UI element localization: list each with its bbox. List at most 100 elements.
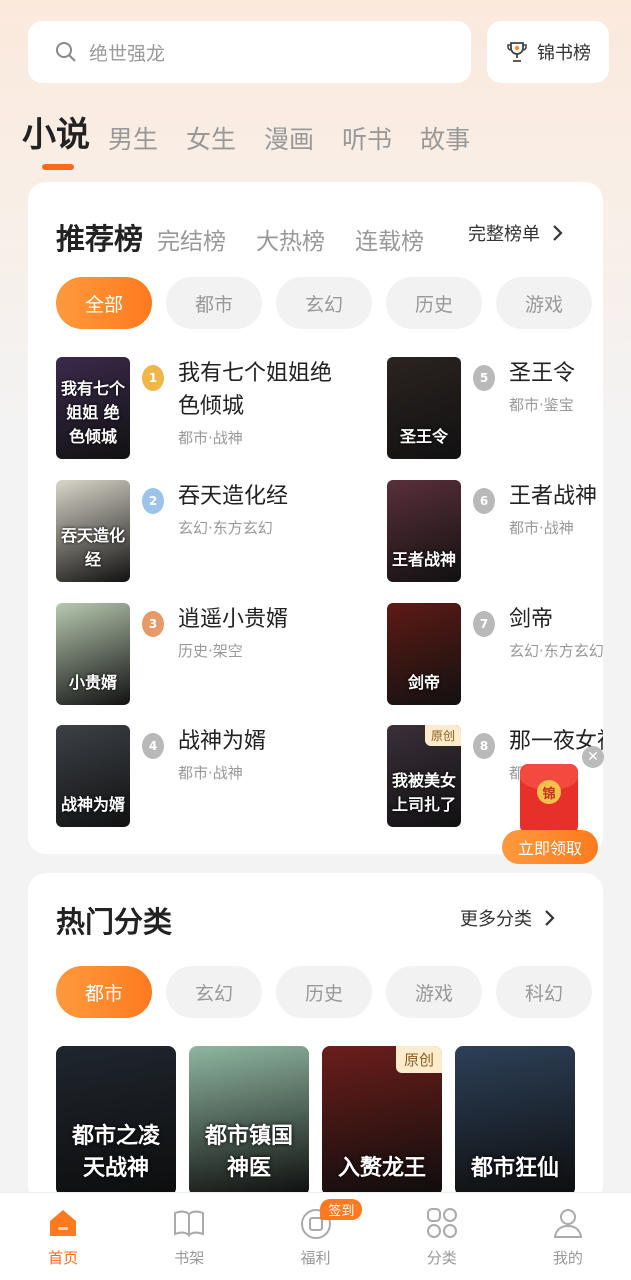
nav-welfare[interactable]: 福利 签到 bbox=[252, 1193, 378, 1280]
search-placeholder: 绝世强龙 bbox=[89, 42, 166, 65]
nav-profile[interactable]: 我的 bbox=[505, 1193, 631, 1280]
nav-welfare-label: 福利 bbox=[300, 1249, 331, 1267]
book-cover-title: 战神为婿 bbox=[60, 795, 125, 814]
chip-game[interactable]: 游戏 bbox=[386, 966, 482, 1018]
rank-book-item[interactable]: 我有七个姐姐 绝色倾城 1 我有七个姐姐绝色倾城 都市·战神 bbox=[56, 357, 350, 459]
book-cover: 吞天造化经 bbox=[56, 480, 130, 582]
chip-fantasy[interactable]: 玄幻 bbox=[166, 966, 262, 1018]
original-badge: 原创 bbox=[395, 1046, 442, 1073]
chevron-right-icon bbox=[545, 910, 555, 926]
book-cover: 我被美女上司扎了 原创 bbox=[387, 725, 461, 827]
tab-story[interactable]: 故事 bbox=[420, 120, 470, 156]
rank-medal-icon: 8 bbox=[473, 733, 495, 759]
rank-medal-icon: 2 bbox=[142, 488, 164, 514]
tab-audio[interactable]: 听书 bbox=[342, 120, 392, 156]
book-cover: 小贵婿 bbox=[56, 603, 130, 705]
book-tag: 都市·战神 bbox=[178, 764, 243, 782]
top-tabs: 小说 男生 女生 漫画 听书 故事 bbox=[22, 106, 498, 170]
book-title: 逍遥小贵婿 bbox=[178, 607, 289, 632]
cover-title: 入赘龙王 bbox=[337, 1156, 426, 1181]
rank-number: 2 bbox=[148, 494, 158, 508]
cover-title: 都市之凌天战神 bbox=[71, 1124, 160, 1181]
rank-card: 推荐榜 完结榜 大热榜 连载榜 完整榜单 全部 都市 玄幻 历史 游戏 我有七个… bbox=[28, 182, 603, 854]
rank-book-item[interactable]: 战神为婿 4 战神为婿 都市·战神 bbox=[56, 725, 350, 827]
checkin-badge: 签到 bbox=[320, 1199, 363, 1220]
nav-category[interactable]: 分类 bbox=[379, 1193, 505, 1280]
search-icon bbox=[56, 42, 76, 62]
rank-book-item[interactable]: 吞天造化经 2 吞天造化经 玄幻·东方玄幻 bbox=[56, 480, 350, 582]
nav-category-label: 分类 bbox=[426, 1249, 457, 1267]
category-book-cover[interactable]: 入赘龙王 原创 bbox=[322, 1046, 442, 1196]
rank-book-item[interactable]: 王者战神 6 王者战神 都市·战神 bbox=[387, 480, 603, 582]
rank-medal-icon: 5 bbox=[473, 365, 495, 391]
book-cover: 我有七个姐姐 绝色倾城 bbox=[56, 357, 130, 459]
book-cover: 战神为婿 bbox=[56, 725, 130, 827]
rank-medal-icon: 3 bbox=[142, 611, 164, 637]
category-book-cover[interactable]: 都市之凌天战神 bbox=[56, 1046, 176, 1196]
hot-category-title: 热门分类 bbox=[56, 905, 173, 939]
claim-button[interactable]: 立即领取 bbox=[502, 830, 598, 864]
rank-list-label: 锦书榜 bbox=[537, 43, 591, 64]
nav-home-label: 首页 bbox=[48, 1249, 79, 1267]
search-input[interactable]: 绝世强龙 bbox=[28, 21, 471, 83]
chip-scifi[interactable]: 科幻 bbox=[496, 966, 592, 1018]
book-info: 逍遥小贵婿 历史·架空 bbox=[178, 603, 350, 705]
rank-number: 3 bbox=[148, 617, 158, 631]
rank-number: 1 bbox=[148, 371, 158, 385]
rank-book-item[interactable]: 圣王令 5 圣王令 都市·鉴宝 bbox=[387, 357, 603, 459]
red-packet[interactable]: 锦 bbox=[520, 764, 578, 834]
category-book-cover[interactable]: 都市镇国神医 bbox=[189, 1046, 309, 1196]
book-tag: 都市·战神 bbox=[509, 519, 574, 537]
book-title: 战神为婿 bbox=[178, 729, 267, 754]
tab-female[interactable]: 女生 bbox=[186, 120, 236, 156]
rank-number: 7 bbox=[479, 617, 489, 631]
book-cover: 圣王令 bbox=[387, 357, 461, 459]
nav-bookshelf[interactable]: 书架 bbox=[126, 1193, 252, 1280]
chip-history[interactable]: 历史 bbox=[276, 966, 372, 1018]
book-info: 战神为婿都市·战神 bbox=[178, 725, 350, 827]
book-tag: 都市·鉴宝 bbox=[509, 396, 574, 414]
book-title: 我有七个姐姐绝色倾城 bbox=[178, 361, 333, 419]
rank-number: 4 bbox=[148, 739, 158, 753]
nav-home[interactable]: 首页 bbox=[0, 1193, 126, 1280]
trophy-icon bbox=[507, 42, 527, 62]
bookshelf-icon bbox=[174, 1210, 205, 1237]
chip-urban[interactable]: 都市 bbox=[56, 966, 152, 1018]
more-category-label: 更多分类 bbox=[460, 909, 532, 930]
home-icon bbox=[50, 1210, 77, 1236]
tab-male[interactable]: 男生 bbox=[108, 120, 158, 156]
book-info: 剑帝 玄幻·东方玄幻 bbox=[509, 603, 603, 705]
cover-title: 都市镇国神医 bbox=[204, 1124, 293, 1181]
book-info: 王者战神 都市·战神 bbox=[509, 480, 603, 582]
book-tag: 玄幻·东方玄幻 bbox=[178, 519, 273, 537]
book-title: 圣王令 bbox=[509, 361, 576, 386]
book-cover-title: 我被美女上司扎了 bbox=[391, 771, 456, 814]
book-info: 圣王令都市·鉴宝 bbox=[509, 357, 603, 459]
rank-medal-icon: 6 bbox=[473, 488, 495, 514]
rank-medal-icon: 4 bbox=[142, 733, 164, 759]
rank-list-button[interactable]: 锦书榜 bbox=[487, 21, 609, 83]
rank-medal-icon: 1 bbox=[142, 365, 164, 391]
rank-book-item[interactable]: 剑帝 7 剑帝 玄幻·东方玄幻 bbox=[387, 603, 603, 705]
bottom-nav: 首页 书架 福利 签到 分类 我的 bbox=[0, 1192, 631, 1280]
book-tag: 玄幻·东方玄幻 bbox=[509, 642, 603, 660]
close-icon[interactable]: ✕ bbox=[582, 746, 604, 768]
nav-bookshelf-label: 书架 bbox=[174, 1249, 205, 1267]
tab-comic[interactable]: 漫画 bbox=[264, 120, 314, 156]
rank-number: 8 bbox=[479, 739, 489, 753]
tab-novel[interactable]: 小说 bbox=[22, 107, 90, 170]
category-book-cover[interactable]: 都市狂仙 bbox=[455, 1046, 575, 1196]
book-cover-title: 圣王令 bbox=[399, 427, 448, 446]
rank-book-item[interactable]: 小贵婿 3 逍遥小贵婿 历史·架空 bbox=[56, 603, 350, 705]
category-icon bbox=[426, 1208, 457, 1238]
red-packet-coin-icon: 锦 bbox=[537, 780, 561, 804]
book-cover: 剑帝 bbox=[387, 603, 461, 705]
rank-medal-icon: 7 bbox=[473, 611, 495, 637]
book-info: 我有七个姐姐绝色倾城 都市·战神 bbox=[178, 357, 350, 459]
book-info: 吞天造化经 玄幻·东方玄幻 bbox=[178, 480, 350, 582]
more-category-link[interactable]: 更多分类 bbox=[460, 905, 556, 931]
book-cover: 王者战神 bbox=[387, 480, 461, 582]
rank-number: 5 bbox=[479, 371, 489, 385]
rank-list: 我有七个姐姐 绝色倾城 1 我有七个姐姐绝色倾城 都市·战神 吞天造化经 2 吞天造化经 玄幻… bbox=[28, 182, 603, 854]
book-cover-title: 我有七个姐姐 绝色倾城 bbox=[60, 379, 125, 446]
